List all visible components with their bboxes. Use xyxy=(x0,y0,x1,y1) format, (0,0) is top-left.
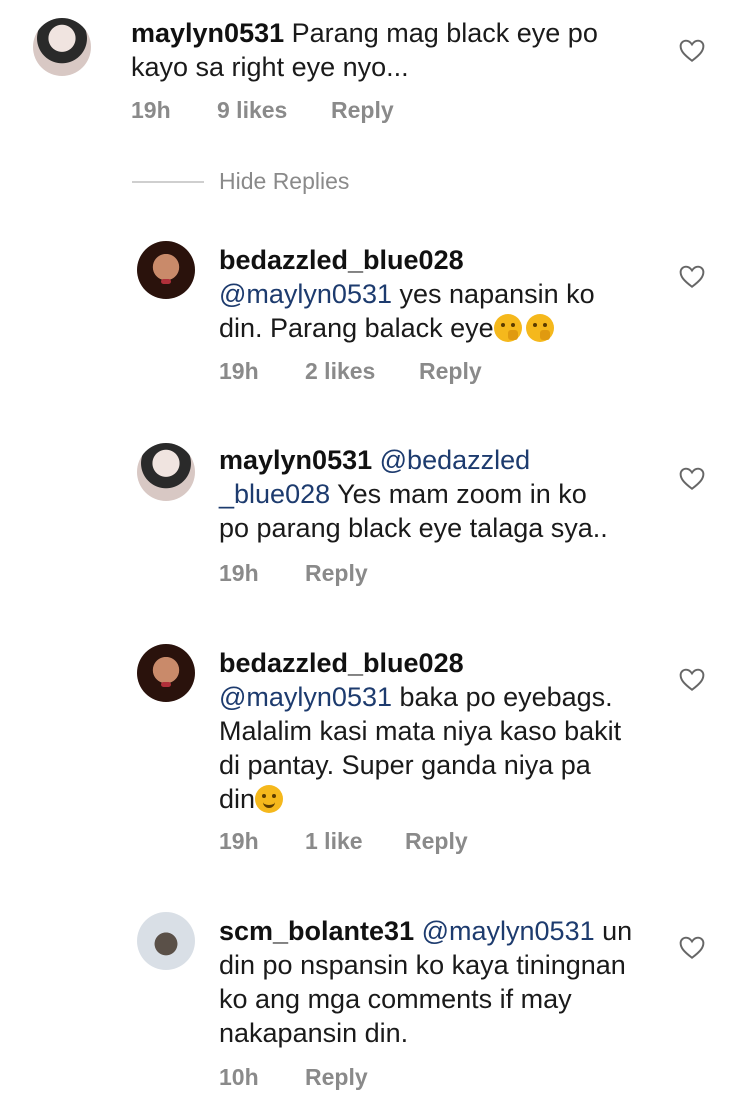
reply-button[interactable]: Reply xyxy=(419,358,482,385)
reply-button[interactable]: Reply xyxy=(331,97,394,124)
comment-text: di pantay. Super ganda niya pa xyxy=(219,750,591,780)
comment-body: maylyn0531 Parang mag black eye po kayo … xyxy=(131,16,671,84)
avatar[interactable] xyxy=(137,912,195,970)
smiling-face-emoji xyxy=(255,785,284,813)
comment-meta: 19h 1 like Reply xyxy=(219,828,468,855)
comment-text: po parang black eye talaga sya.. xyxy=(219,513,608,543)
comment-meta: 10h Reply xyxy=(219,1064,368,1091)
comment-text: ko ang mga comments if may xyxy=(219,984,572,1014)
comment-text: din xyxy=(219,784,256,814)
mention-link[interactable]: @bedazzled xyxy=(380,445,531,475)
divider xyxy=(132,181,204,183)
comment-text: Parang mag black eye po xyxy=(291,18,598,48)
comment-text: un xyxy=(602,916,633,946)
likes-count[interactable]: 1 like xyxy=(305,828,405,855)
comment-text: kayo sa right eye nyo... xyxy=(131,52,409,82)
comment-text: din. Parang balack eye xyxy=(219,313,494,343)
mention-link[interactable]: @maylyn0531 xyxy=(422,916,595,946)
username[interactable]: scm_bolante31 xyxy=(219,916,414,946)
comment-meta: 19h 2 likes Reply xyxy=(219,358,482,385)
thinking-face-emoji xyxy=(493,314,522,342)
comment-text: Yes mam zoom in ko xyxy=(337,479,587,509)
mention-link[interactable]: @maylyn0531 xyxy=(219,682,392,712)
reply-button[interactable]: Reply xyxy=(305,560,368,587)
reply-button[interactable]: Reply xyxy=(305,1064,368,1091)
mention-link[interactable]: @maylyn0531 xyxy=(219,279,392,309)
comment-meta: 19h Reply xyxy=(219,560,368,587)
username[interactable]: bedazzled_blue028 xyxy=(219,648,464,678)
username[interactable]: maylyn0531 xyxy=(131,18,284,48)
reply-button[interactable]: Reply xyxy=(405,828,468,855)
timestamp: 10h xyxy=(219,1064,259,1090)
heart-outline-icon[interactable] xyxy=(679,265,705,289)
avatar[interactable] xyxy=(137,644,195,702)
avatar[interactable] xyxy=(33,18,91,76)
comment-text: baka po eyebags. xyxy=(399,682,613,712)
comment-body: maylyn0531 @bedazzled _blue028 Yes mam z… xyxy=(219,443,699,545)
timestamp: 19h xyxy=(219,828,259,854)
hide-replies-button[interactable]: Hide Replies xyxy=(219,168,349,195)
heart-outline-icon[interactable] xyxy=(679,39,705,63)
comment-body: bedazzled_blue028 @maylyn0531 yes napans… xyxy=(219,243,659,345)
comment-body: bedazzled_blue028 @maylyn0531 baka po ey… xyxy=(219,646,679,816)
username[interactable]: bedazzled_blue028 xyxy=(219,245,464,275)
timestamp: 19h xyxy=(131,97,171,123)
thinking-face-emoji xyxy=(525,314,554,342)
comment-text: Malalim kasi mata niya kaso bakit xyxy=(219,716,622,746)
comment-body: scm_bolante31 @maylyn0531 un din po nspa… xyxy=(219,914,679,1050)
heart-outline-icon[interactable] xyxy=(679,668,705,692)
username[interactable]: maylyn0531 xyxy=(219,445,372,475)
heart-outline-icon[interactable] xyxy=(679,936,705,960)
heart-outline-icon[interactable] xyxy=(679,467,705,491)
timestamp: 19h xyxy=(219,560,259,586)
likes-count[interactable]: 2 likes xyxy=(305,358,419,385)
comment-text: nakapansin din. xyxy=(219,1018,409,1048)
avatar[interactable] xyxy=(137,443,195,501)
mention-link[interactable]: _blue028 xyxy=(219,479,330,509)
avatar[interactable] xyxy=(137,241,195,299)
comment-text: din po nspansin ko kaya tiningnan xyxy=(219,950,626,980)
comment-text: yes napansin ko xyxy=(399,279,595,309)
likes-count[interactable]: 9 likes xyxy=(217,97,331,124)
comment-meta: 19h 9 likes Reply xyxy=(131,97,394,124)
timestamp: 19h xyxy=(219,358,259,384)
